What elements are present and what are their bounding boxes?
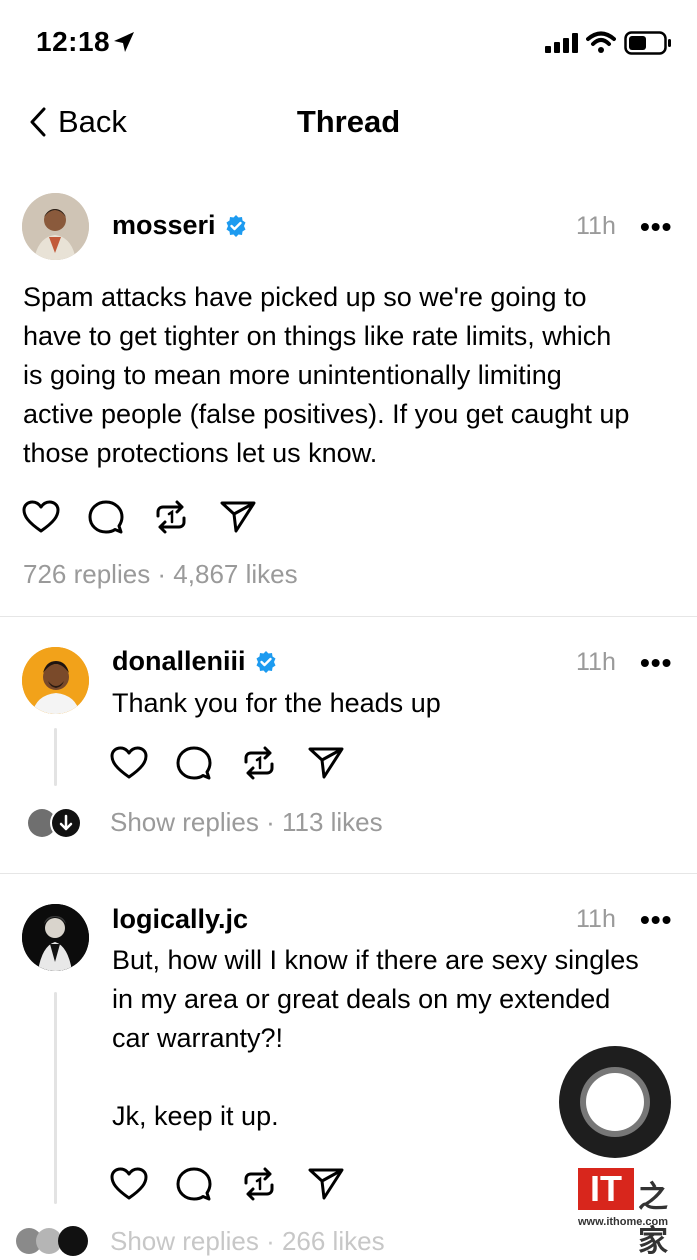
post-line: those protections let us know. xyxy=(23,438,378,468)
reply-line: But, how will I know if there are sexy s… xyxy=(112,945,639,975)
more-options-button[interactable]: ••• xyxy=(640,211,672,243)
send-icon xyxy=(308,747,344,779)
comment-icon xyxy=(176,1167,212,1201)
reply-body: Thank you for the heads up xyxy=(112,684,441,723)
reply-actions xyxy=(110,743,374,783)
status-time: 12:18 xyxy=(36,26,111,57)
like-button[interactable] xyxy=(110,1164,176,1204)
post-body: Spam attacks have picked up so we're goi… xyxy=(23,278,688,473)
reply-line: in my area or great deals on my extended xyxy=(112,984,611,1014)
repost-button[interactable] xyxy=(242,1164,308,1204)
heart-icon xyxy=(110,746,148,779)
post-line: have to get tighter on things like rate … xyxy=(23,321,612,351)
comment-icon xyxy=(176,746,212,780)
signal-icon xyxy=(545,33,578,53)
wifi-icon xyxy=(586,31,616,53)
floating-action-button[interactable] xyxy=(559,1046,671,1158)
show-replies-link[interactable]: Show replies · 113 likes xyxy=(110,807,383,838)
heart-icon xyxy=(110,1167,148,1200)
share-button[interactable] xyxy=(308,1164,374,1204)
share-button[interactable] xyxy=(220,497,286,537)
mini-avatar xyxy=(58,1226,88,1256)
back-label: Back xyxy=(58,104,127,139)
divider xyxy=(0,616,697,617)
ring-center xyxy=(586,1073,644,1131)
chevron-left-icon xyxy=(30,107,46,137)
post-actions xyxy=(22,497,286,537)
reply-avatars[interactable] xyxy=(16,1226,96,1256)
repost-icon xyxy=(244,1167,274,1201)
more-options-button[interactable]: ••• xyxy=(640,647,672,679)
show-replies-link[interactable]: Show replies · 266 likes xyxy=(110,1226,385,1257)
repost-icon xyxy=(156,500,186,534)
repost-button[interactable] xyxy=(242,743,308,783)
watermark-logo: IT xyxy=(578,1168,634,1210)
location-arrow-icon xyxy=(114,32,134,52)
post-time: 11h xyxy=(576,212,616,240)
heart-icon xyxy=(22,500,60,533)
reply-avatars[interactable] xyxy=(28,807,84,839)
comment-icon xyxy=(88,500,124,534)
post-stats[interactable]: 726 replies · 4,867 likes xyxy=(23,559,298,590)
repost-icon xyxy=(244,746,274,780)
post-line: active people (false positives). If you … xyxy=(23,399,630,429)
battery-icon xyxy=(624,31,671,55)
like-button[interactable] xyxy=(110,743,176,783)
reply-author[interactable]: logically.jc xyxy=(112,904,248,935)
thread-line xyxy=(54,992,57,1204)
avatar[interactable] xyxy=(22,193,89,260)
post-line: is going to mean more unintentionally li… xyxy=(23,360,562,390)
watermark-url: www.ithome.com xyxy=(578,1216,669,1228)
avatar[interactable] xyxy=(22,904,89,971)
share-button[interactable] xyxy=(308,743,374,783)
divider xyxy=(0,873,697,874)
verified-badge-icon xyxy=(256,650,276,673)
back-button[interactable]: Back xyxy=(28,104,127,140)
post-line: Spam attacks have picked up so we're goi… xyxy=(23,282,587,312)
down-arrow-icon xyxy=(50,807,82,839)
reply-button[interactable] xyxy=(176,1164,242,1204)
reply-line: Thank you for the heads up xyxy=(112,688,441,718)
more-options-button[interactable]: ••• xyxy=(640,904,672,936)
username[interactable]: mosseri xyxy=(112,210,216,241)
reply-button[interactable] xyxy=(176,743,242,783)
verified-badge-icon xyxy=(226,214,246,237)
watermark: IT 之家 www.ithome.com xyxy=(578,1168,690,1258)
post-author[interactable]: mosseri xyxy=(112,210,248,241)
thread-line xyxy=(54,728,57,786)
send-icon xyxy=(308,1168,344,1200)
reply-actions xyxy=(110,1164,374,1204)
reply-time: 11h xyxy=(576,648,616,676)
reply-author[interactable]: donalleniii xyxy=(112,646,278,677)
username[interactable]: donalleniii xyxy=(112,646,246,677)
send-icon xyxy=(220,501,256,533)
reply-time: 11h xyxy=(576,905,616,933)
reply-button[interactable] xyxy=(88,497,154,537)
repost-button[interactable] xyxy=(154,497,220,537)
like-button[interactable] xyxy=(22,497,88,537)
username[interactable]: logically.jc xyxy=(112,904,248,935)
avatar[interactable] xyxy=(22,647,89,714)
